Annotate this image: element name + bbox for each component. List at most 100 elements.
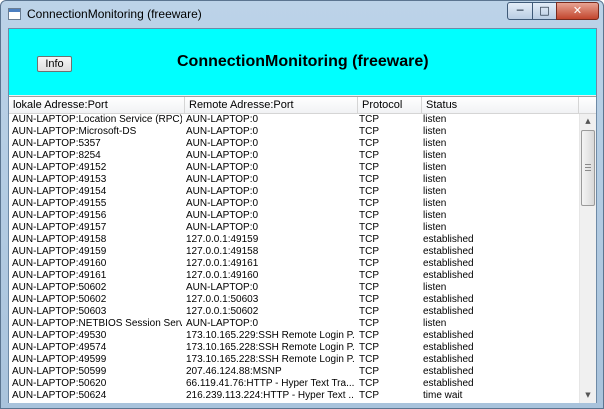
status-cell: listen: [423, 282, 447, 293]
scroll-up-icon[interactable]: ▲: [581, 114, 595, 129]
table-row[interactable]: AUN-LAPTOP:49156 AUN-LAPTOP:0 TCP listen: [9, 210, 579, 222]
table-row[interactable]: AUN-LAPTOP:49155 AUN-LAPTOP:0 TCP listen: [9, 198, 579, 210]
table-row[interactable]: AUN-LAPTOP:49153 AUN-LAPTOP:0 TCP listen: [9, 174, 579, 186]
table-row[interactable]: AUN-LAPTOP:49574 173.10.165.228:SSH Remot…: [9, 342, 579, 354]
status-cell: established: [423, 306, 474, 317]
status-cell: listen: [423, 138, 447, 149]
protocol-cell: TCP: [359, 330, 379, 341]
connections-list[interactable]: lokale Adresse:Port Remote Adresse:Port …: [9, 96, 596, 403]
table-row[interactable]: AUN-LAPTOP:49159 127.0.0.1:49158 TCP establ…: [9, 246, 579, 258]
local-address-cell: AUN-LAPTOP:Microsoft-DS: [12, 126, 137, 137]
remote-address-cell: 127.0.0.1:50603: [186, 294, 259, 305]
table-row[interactable]: AUN-LAPTOP:8254 AUN-LAPTOP:0 TCP listen: [9, 150, 579, 162]
remote-address-cell: 173.10.165.228:SSH Remote Login P...: [186, 342, 354, 353]
close-button[interactable]: ✕: [556, 2, 599, 20]
remote-address-cell: AUN-LAPTOP:0: [186, 210, 259, 221]
protocol-cell: TCP: [359, 114, 379, 125]
status-cell: listen: [423, 150, 447, 161]
local-address-cell: AUN-LAPTOP:49599: [12, 354, 107, 365]
protocol-cell: TCP: [359, 198, 379, 209]
local-address-cell: AUN-LAPTOP:49161: [12, 270, 107, 281]
table-row[interactable]: AUN-LAPTOP:Microsoft-DS AUN-LAPTOP:0 TCP li…: [9, 126, 579, 138]
protocol-cell: TCP: [359, 174, 379, 185]
local-address-cell: AUN-LAPTOP:50602: [12, 282, 107, 293]
status-cell: time wait: [423, 390, 463, 401]
table-row[interactable]: AUN-LAPTOP:Location Service (RPC) ... AUN…: [9, 114, 579, 126]
column-header-local-address[interactable]: lokale Adresse:Port: [9, 97, 185, 113]
column-header-remote-address[interactable]: Remote Adresse:Port: [185, 97, 358, 113]
remote-address-cell: AUN-LAPTOP:0: [186, 150, 259, 161]
remote-address-cell: AUN-LAPTOP:0: [186, 162, 259, 173]
table-row[interactable]: AUN-LAPTOP:49158 127.0.0.1:49159 TCP establ…: [9, 234, 579, 246]
remote-address-cell: 216.239.113.224:HTTP - Hyper Text ...: [186, 390, 354, 401]
column-header-protocol[interactable]: Protocol: [358, 97, 422, 113]
protocol-cell: TCP: [359, 210, 379, 221]
remote-address-cell: 207.46.124.88:MSNP: [186, 366, 282, 377]
remote-address-cell: 127.0.0.1:49160: [186, 270, 259, 281]
local-address-cell: AUN-LAPTOP:8254: [12, 150, 101, 161]
protocol-cell: TCP: [359, 138, 379, 149]
table-row[interactable]: AUN-LAPTOP:49530 173.10.165.229:SSH Remot…: [9, 330, 579, 342]
protocol-cell: TCP: [359, 150, 379, 161]
remote-address-cell: AUN-LAPTOP:0: [186, 318, 259, 329]
close-icon: ✕: [572, 4, 583, 17]
protocol-cell: TCP: [359, 282, 379, 293]
banner-title: ConnectionMonitoring (freeware): [177, 53, 429, 70]
table-row[interactable]: AUN-LAPTOP:NETBIOS Session Servi... AUN-L…: [9, 318, 579, 330]
local-address-cell: AUN-LAPTOP:49530: [12, 330, 107, 341]
table-row[interactable]: AUN-LAPTOP:49154 AUN-LAPTOP:0 TCP listen: [9, 186, 579, 198]
local-address-cell: AUN-LAPTOP:Location Service (RPC) ...: [12, 114, 182, 125]
protocol-cell: TCP: [359, 246, 379, 257]
table-row[interactable]: AUN-LAPTOP:50624 216.239.113.224:HTTP - H…: [9, 390, 579, 402]
protocol-cell: TCP: [359, 258, 379, 269]
local-address-cell: AUN-LAPTOP:49159: [12, 246, 107, 257]
protocol-cell: TCP: [359, 270, 379, 281]
table-row[interactable]: AUN-LAPTOP:49161 127.0.0.1:49160 TCP establ…: [9, 270, 579, 282]
local-address-cell: AUN-LAPTOP:50603: [12, 306, 107, 317]
table-row[interactable]: AUN-LAPTOP:50602 AUN-LAPTOP:0 TCP listen: [9, 282, 579, 294]
remote-address-cell: AUN-LAPTOP:0: [186, 114, 259, 125]
status-cell: established: [423, 234, 474, 245]
local-address-cell: AUN-LAPTOP:49160: [12, 258, 107, 269]
scroll-thumb[interactable]: [581, 130, 595, 206]
local-address-cell: AUN-LAPTOP:49153: [12, 174, 107, 185]
local-address-cell: AUN-LAPTOP:50624: [12, 390, 107, 401]
table-row[interactable]: AUN-LAPTOP:49157 AUN-LAPTOP:0 TCP listen: [9, 222, 579, 234]
scroll-down-icon[interactable]: ▼: [581, 388, 595, 403]
status-cell: listen: [423, 186, 447, 197]
protocol-cell: TCP: [359, 162, 379, 173]
list-header: lokale Adresse:Port Remote Adresse:Port …: [9, 97, 596, 114]
column-header-status[interactable]: Status: [422, 97, 579, 113]
info-button[interactable]: Info: [37, 56, 72, 72]
local-address-cell: AUN-LAPTOP:49574: [12, 342, 107, 353]
remote-address-cell: AUN-LAPTOP:0: [186, 174, 259, 185]
table-row[interactable]: AUN-LAPTOP:50603 127.0.0.1:50602 TCP establ…: [9, 306, 579, 318]
local-address-cell: AUN-LAPTOP:49156: [12, 210, 107, 221]
local-address-cell: AUN-LAPTOP:50620: [12, 378, 107, 389]
local-address-cell: AUN-LAPTOP:49158: [12, 234, 107, 245]
table-row[interactable]: AUN-LAPTOP:49160 127.0.0.1:49161 TCP establ…: [9, 258, 579, 270]
scroll-grip-icon: [585, 164, 591, 171]
table-row[interactable]: AUN-LAPTOP:50620 66.119.41.76:HTTP - Hype…: [9, 378, 579, 390]
minimize-button[interactable]: ─: [507, 2, 533, 20]
title-bar[interactable]: ConnectionMonitoring (freeware) ─ □ ✕: [1, 1, 603, 27]
local-address-cell: AUN-LAPTOP:49155: [12, 198, 107, 209]
window-title: ConnectionMonitoring (freeware): [27, 7, 202, 21]
vertical-scrollbar[interactable]: ▲ ▼: [579, 114, 596, 403]
status-cell: established: [423, 366, 474, 377]
status-cell: established: [423, 246, 474, 257]
remote-address-cell: 127.0.0.1:50602: [186, 306, 259, 317]
table-row[interactable]: AUN-LAPTOP:5357 AUN-LAPTOP:0 TCP listen: [9, 138, 579, 150]
table-row[interactable]: AUN-LAPTOP:49152 AUN-LAPTOP:0 TCP listen: [9, 162, 579, 174]
protocol-cell: TCP: [359, 390, 379, 401]
local-address-cell: AUN-LAPTOP:49154: [12, 186, 107, 197]
status-cell: listen: [423, 114, 447, 125]
table-row[interactable]: AUN-LAPTOP:49599 173.10.165.228:SSH Remot…: [9, 354, 579, 366]
protocol-cell: TCP: [359, 294, 379, 305]
local-address-cell: AUN-LAPTOP:49157: [12, 222, 107, 233]
table-row[interactable]: AUN-LAPTOP:50602 127.0.0.1:50603 TCP establ…: [9, 294, 579, 306]
protocol-cell: TCP: [359, 378, 379, 389]
maximize-button[interactable]: □: [532, 2, 557, 20]
table-row[interactable]: AUN-LAPTOP:50599 207.46.124.88:MSNP TCP est…: [9, 366, 579, 378]
remote-address-cell: AUN-LAPTOP:0: [186, 138, 259, 149]
